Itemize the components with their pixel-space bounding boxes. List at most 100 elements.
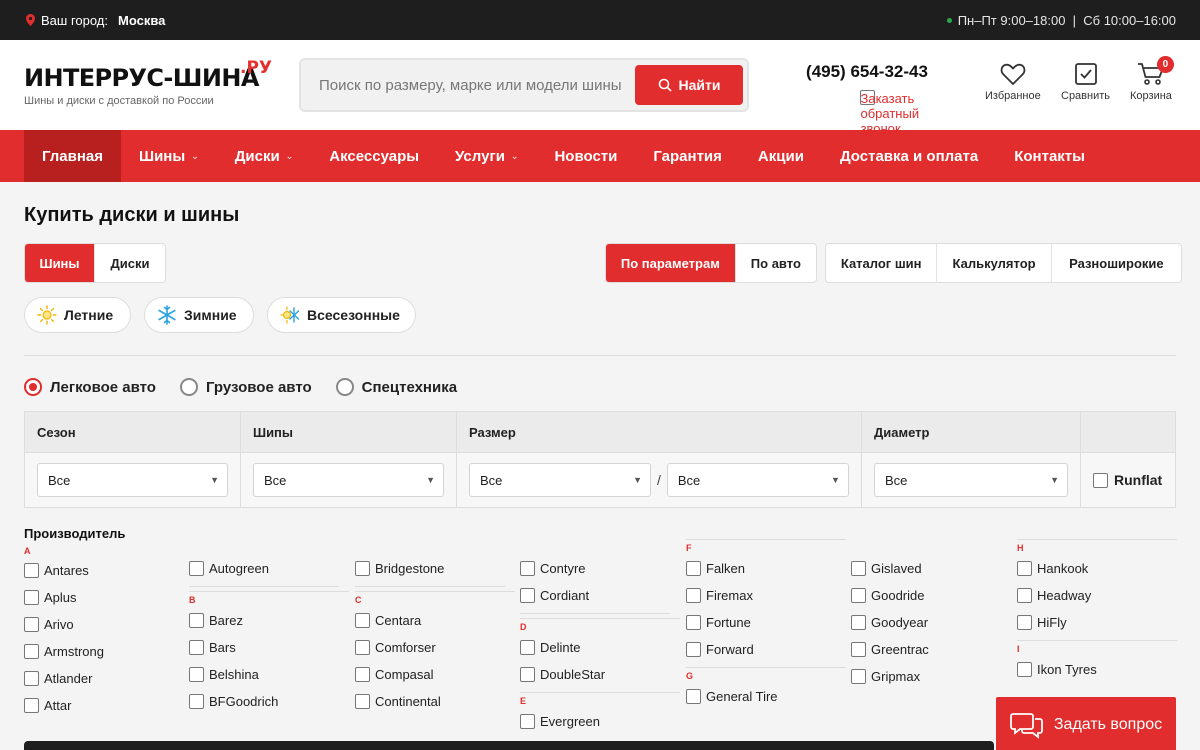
phone-number[interactable]: (495) 654-32-43 [781, 62, 953, 82]
manufacturer-checkbox[interactable]: Firemax [686, 582, 846, 609]
manufacturer-label: Forward [706, 642, 754, 657]
manufacturer-checkbox[interactable]: Antares [24, 557, 184, 584]
diameter-select[interactable]: Все ▼ [874, 463, 1068, 497]
footer-strip [24, 741, 994, 750]
letter-group-label: D [520, 618, 680, 634]
manufacturer-checkbox[interactable]: Cordiant [520, 582, 680, 609]
nav-item-services[interactable]: Услуги ⌄ [437, 130, 536, 182]
compare-button[interactable]: Сравнить [1061, 62, 1110, 102]
manufacturer-checkbox[interactable]: Fortune [686, 609, 846, 636]
width-select[interactable]: Все ▼ [469, 463, 651, 497]
manufacturer-checkbox[interactable]: Arivo [24, 611, 184, 638]
manufacturer-checkbox[interactable]: Goodride [851, 582, 1011, 609]
manufacturer-column: Autogreen B Barez Bars Belshina BFGoodrich [189, 545, 349, 715]
checkbox-icon [851, 588, 866, 603]
manufacturer-checkbox[interactable]: Ikon Tyres [1017, 656, 1177, 683]
tab-by-car[interactable]: По авто [736, 244, 816, 282]
manufacturer-checkbox[interactable]: HiFly [1017, 609, 1177, 636]
search-input[interactable] [319, 76, 635, 94]
manufacturer-checkbox[interactable]: Falken [686, 555, 846, 582]
radio-label: Спецтехника [361, 378, 458, 396]
season-filter: Летние Зимние Всесезонные [24, 297, 1176, 333]
manufacturer-checkbox[interactable]: Delinte [520, 634, 680, 661]
studs-select[interactable]: Все ▼ [253, 463, 444, 497]
manufacturer-checkbox[interactable]: Comforser [355, 634, 515, 661]
manufacturer-checkbox[interactable]: Evergreen [520, 708, 680, 735]
tab-wheels[interactable]: Диски [95, 244, 165, 282]
manufacturer-checkbox[interactable]: Aplus [24, 584, 184, 611]
manufacturer-checkbox[interactable]: Headway [1017, 582, 1177, 609]
select-value: Все [48, 472, 71, 488]
tab-by-parameters[interactable]: По параметрам [606, 244, 736, 282]
manufacturer-label: General Tire [706, 689, 778, 704]
season-allseason-button[interactable]: Всесезонные [267, 297, 416, 333]
manufacturer-checkbox[interactable]: Hankook [1017, 555, 1177, 582]
nav-item-home[interactable]: Главная [24, 130, 122, 182]
manufacturer-checkbox[interactable]: Armstrong [24, 638, 184, 665]
checkbox-icon [686, 588, 701, 603]
manufacturer-label: Goodride [871, 588, 925, 603]
manufacturer-checkbox[interactable]: Bars [189, 634, 349, 661]
nav-item-contacts[interactable]: Контакты [996, 130, 1103, 182]
manufacturer-checkbox[interactable]: Compasal [355, 661, 515, 688]
manufacturer-checkbox[interactable]: Centara [355, 607, 515, 634]
manufacturer-checkbox[interactable]: DoubleStar [520, 661, 680, 688]
nav-item-accessories[interactable]: Аксессуары [311, 130, 437, 182]
manufacturer-column: A Antares Aplus Arivo Armstrong Atlander Attar [24, 545, 184, 719]
manufacturer-checkbox[interactable]: Autogreen [189, 555, 349, 582]
chat-icon [1009, 713, 1043, 739]
manufacturer-checkbox[interactable]: General Tire [686, 683, 846, 710]
nav-item-tires[interactable]: Шины ⌄ [121, 130, 217, 182]
location-pin-icon [26, 14, 35, 26]
cart-button[interactable]: Корзина 0 [1130, 56, 1174, 102]
city-name[interactable]: Москва [118, 13, 165, 28]
logo[interactable]: ИНТЕРРУС-ШИНА .РУ Шины и диски с доставк… [24, 58, 284, 107]
checkbox-icon [355, 613, 370, 628]
main-nav: Главная Шины ⌄ Диски ⌄ Аксессуары Услуги ⌄ … [0, 130, 1200, 182]
tab-calculator[interactable]: Калькулятор [937, 244, 1052, 282]
size-cell: Все ▼ / Все ▼ [457, 453, 862, 507]
nav-item-news[interactable]: Новости [536, 130, 635, 182]
vehicle-type-passenger[interactable]: Легковое авто [24, 378, 156, 396]
manufacturer-checkbox[interactable]: Gripmax [851, 663, 1011, 690]
manufacturer-checkbox[interactable]: BFGoodrich [189, 688, 349, 715]
manufacturer-label: Delinte [540, 640, 581, 655]
nav-item-wheels[interactable]: Диски ⌄ [217, 130, 312, 182]
manufacturer-checkbox[interactable]: Attar [24, 692, 184, 719]
nav-label: Акции [757, 147, 804, 165]
manufacturer-checkbox[interactable]: Belshina [189, 661, 349, 688]
vehicle-type-special[interactable]: Спецтехника [335, 378, 458, 396]
manufacturer-checkbox[interactable]: Gislaved [851, 555, 1011, 582]
manufacturer-checkbox[interactable]: Contyre [520, 555, 680, 582]
ask-question-button[interactable]: Задать вопрос [996, 697, 1176, 750]
cart-count-badge: 0 [1156, 56, 1174, 73]
callback-link[interactable]: Заказать обратный звонок [859, 90, 919, 136]
letter-group-label: B [189, 591, 349, 607]
runflat-checkbox[interactable]: Runflat [1093, 472, 1162, 488]
season-winter-button[interactable]: Зимние [144, 297, 254, 333]
season-summer-button[interactable]: Летние [24, 297, 131, 333]
tab-tires[interactable]: Шины [25, 244, 96, 282]
city-selector[interactable]: Ваш город: Москва [26, 13, 165, 28]
manufacturer-checkbox[interactable]: Continental [355, 688, 515, 715]
divider [24, 355, 1176, 356]
nav-item-warranty[interactable]: Гарантия [635, 130, 740, 182]
tab-staggered[interactable]: Разноширокие [1052, 244, 1181, 282]
tab-tire-catalog[interactable]: Каталог шин [826, 244, 938, 282]
search-button[interactable]: Найти [635, 65, 743, 105]
nav-label: Аксессуары [329, 147, 420, 165]
manufacturer-checkbox[interactable]: Forward [686, 636, 846, 663]
vehicle-type-truck[interactable]: Грузовое авто [179, 378, 312, 396]
letter-group-label: A [24, 546, 31, 556]
profile-select[interactable]: Все ▼ [666, 463, 849, 497]
favorites-button[interactable]: Избранное [985, 62, 1041, 102]
season-select[interactable]: Все ▼ [37, 463, 228, 497]
manufacturer-checkbox[interactable]: Bridgestone [355, 555, 515, 582]
manufacturer-checkbox[interactable]: Barez [189, 607, 349, 634]
manufacturer-checkbox[interactable]: Atlander [24, 665, 184, 692]
checkbox-icon [189, 561, 204, 576]
manufacturer-checkbox[interactable]: Goodyear [851, 609, 1011, 636]
manufacturer-checkbox[interactable]: Greentrac [851, 636, 1011, 663]
radio-label: Грузовое авто [205, 378, 312, 396]
search-bar: Найти [299, 58, 749, 112]
